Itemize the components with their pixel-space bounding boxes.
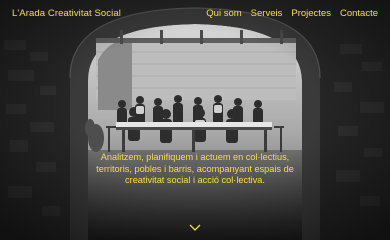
tagline-line-3: creativitat social i acció col·lectiva.	[125, 175, 265, 185]
hero-photo	[0, 0, 390, 240]
tagline-line-1: Analitzem, planifiquem i actuem en col·l…	[100, 152, 290, 162]
nav-item-qui-som[interactable]: Qui som	[206, 8, 241, 19]
chevron-down-icon	[189, 224, 201, 231]
scroll-down-button[interactable]	[188, 222, 202, 232]
site-header: L'Arada Creativitat Social Qui som Serve…	[0, 0, 390, 27]
nav-item-contacte[interactable]: Contacte	[340, 8, 378, 19]
hero-tagline: Analitzem, planifiquem i actuem en col·l…	[20, 152, 370, 187]
nav-item-projectes[interactable]: Projectes	[291, 8, 331, 19]
nav-item-serveis[interactable]: Serveis	[251, 8, 283, 19]
arch-photo-illustration	[0, 0, 390, 240]
brand-logo-link[interactable]: L'Arada Creativitat Social	[12, 8, 121, 19]
tagline-line-2: territoris, pobles i barris, acompanyant…	[96, 163, 294, 174]
main-nav: Qui som Serveis Projectes Contacte	[206, 8, 378, 19]
